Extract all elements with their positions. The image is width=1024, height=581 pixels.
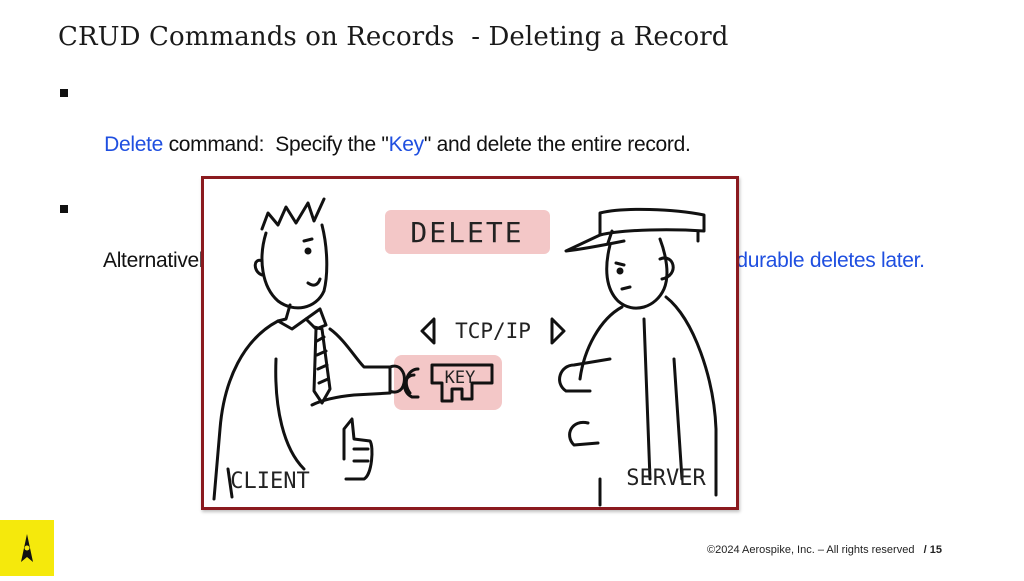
slide-footer: ©2024 Aerospike, Inc. – All rights reser…: [707, 544, 942, 556]
server-cap: [598, 207, 706, 237]
cartoon-drawing: DELETE TCP/IP KEY CLIENT SERVER: [212, 197, 718, 507]
bullet-item-delete: Delete command: Specify the "Key" and de…: [60, 80, 925, 184]
bullet-square-icon: [60, 205, 68, 213]
client-head: [260, 223, 329, 310]
bullet-text-part: " and delete the entire record.: [423, 133, 691, 156]
bullet-text-part: Key: [388, 133, 425, 156]
server-head: [605, 237, 669, 310]
copyright-text: ©2024 Aerospike, Inc. – All rights reser…: [707, 544, 915, 556]
tcp-arrow-right: [550, 317, 566, 345]
client-server-illustration: DELETE TCP/IP KEY CLIENT SERVER: [201, 176, 739, 510]
protocol-label: TCP/IP: [455, 319, 531, 343]
delete-label: DELETE: [410, 216, 523, 249]
rocket-icon: [21, 534, 33, 562]
bullet-text-part: Delete: [104, 133, 164, 156]
client-label: CLIENT: [230, 469, 309, 494]
tcp-arrow-left: [420, 317, 436, 345]
server-label: SERVER: [626, 466, 706, 491]
bullet-square-icon: [60, 89, 68, 97]
page-number: / 15: [923, 544, 942, 556]
bullet-text-part: command: Specify the ": [163, 133, 389, 156]
aerospike-logo: [0, 520, 54, 576]
key-label: KEY: [445, 368, 476, 388]
slide-title: CRUD Commands on Records - Deleting a Re…: [58, 22, 729, 52]
client-hair: [260, 197, 326, 231]
